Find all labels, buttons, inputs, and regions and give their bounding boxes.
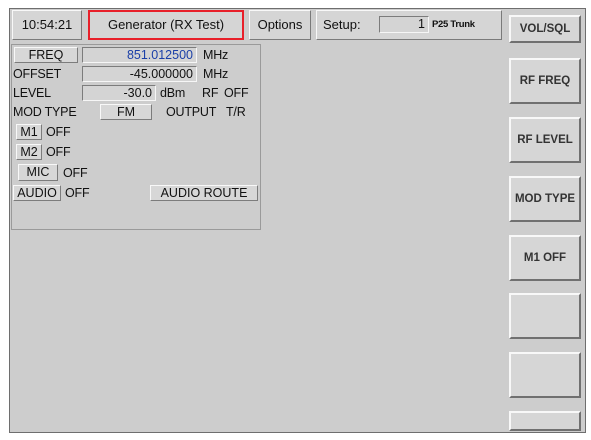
offset-value: -45.000000 (129, 67, 193, 81)
rf-freq-softkey[interactable]: RF FREQ (509, 58, 581, 104)
mod-type-softkey[interactable]: MOD TYPE (509, 176, 581, 222)
setup-button[interactable]: Setup: 1 P25 Trunk (316, 10, 502, 40)
freq-label-button[interactable]: FREQ (14, 47, 78, 63)
modtype-value: FM (116, 105, 136, 119)
rf-freq-label: RF FREQ (519, 75, 571, 87)
offset-field[interactable]: -45.000000 (82, 66, 197, 82)
mic-value: OFF (63, 166, 88, 180)
m2-value: OFF (46, 145, 71, 159)
options-label: Options (257, 17, 303, 32)
freq-label: FREQ (28, 48, 64, 62)
generator-settings-panel: FREQ 851.012500 MHz OFFSET -45.000000 MH… (11, 44, 261, 230)
freq-value: 851.012500 (126, 48, 193, 62)
output-label: OUTPUT (166, 105, 217, 119)
level-label: LEVEL (13, 86, 51, 100)
freq-unit: MHz (203, 48, 229, 62)
blank-softkey-8[interactable] (509, 411, 581, 431)
main-area: FREQ 851.012500 MHz OFFSET -45.000000 MH… (11, 43, 502, 432)
vol-sql-label: VOL/SQL (519, 23, 571, 35)
options-button[interactable]: Options (249, 10, 311, 40)
rf-value: OFF (224, 86, 249, 100)
tab-generator-rx-test[interactable]: Generator (RX Test) (88, 10, 244, 40)
modtype-button[interactable]: FM (100, 104, 152, 120)
freq-field[interactable]: 851.012500 (82, 47, 197, 63)
setup-name: P25 Trunk (432, 19, 475, 30)
m1-off-softkey[interactable]: M1 OFF (509, 235, 581, 281)
m1-button[interactable]: M1 (16, 124, 42, 140)
rf-level-label: RF LEVEL (517, 134, 573, 146)
clock-time: 10:54:21 (21, 17, 73, 32)
rf-label: RF (202, 86, 219, 100)
instrument-screen: 10:54:21 Generator (RX Test) Options Set… (9, 8, 586, 433)
level-field[interactable]: -30.0 (82, 85, 156, 101)
m2-label: M2 (20, 145, 38, 159)
output-value: T/R (226, 105, 246, 119)
setup-label: Setup: (323, 17, 361, 32)
m1-value: OFF (46, 125, 71, 139)
modtype-label: MOD TYPE (13, 105, 77, 119)
setup-number: 1 (418, 17, 425, 31)
audio-button[interactable]: AUDIO (13, 185, 61, 201)
level-unit: dBm (160, 86, 186, 100)
blank-softkey-6[interactable] (509, 293, 581, 339)
mic-label: MIC (26, 165, 50, 179)
audio-value: OFF (65, 186, 90, 200)
clock-display: 10:54:21 (12, 10, 82, 40)
vol-sql-softkey[interactable]: VOL/SQL (509, 15, 581, 43)
audio-route-label: AUDIO ROUTE (160, 186, 248, 200)
level-value: -30.0 (123, 86, 153, 100)
mic-button[interactable]: MIC (18, 164, 58, 181)
tab-generator-label: Generator (RX Test) (107, 17, 225, 32)
audio-label: AUDIO (17, 186, 57, 200)
blank-softkey-7[interactable] (509, 352, 581, 398)
mod-type-label: MOD TYPE (514, 193, 576, 205)
setup-number-field[interactable]: 1 (379, 16, 429, 33)
m1-off-label: M1 OFF (523, 252, 567, 264)
rf-level-softkey[interactable]: RF LEVEL (509, 117, 581, 163)
offset-label: OFFSET (13, 67, 62, 81)
m1-label: M1 (20, 125, 38, 139)
audio-route-button[interactable]: AUDIO ROUTE (150, 185, 258, 201)
m2-button[interactable]: M2 (16, 144, 42, 160)
offset-unit: MHz (203, 67, 229, 81)
